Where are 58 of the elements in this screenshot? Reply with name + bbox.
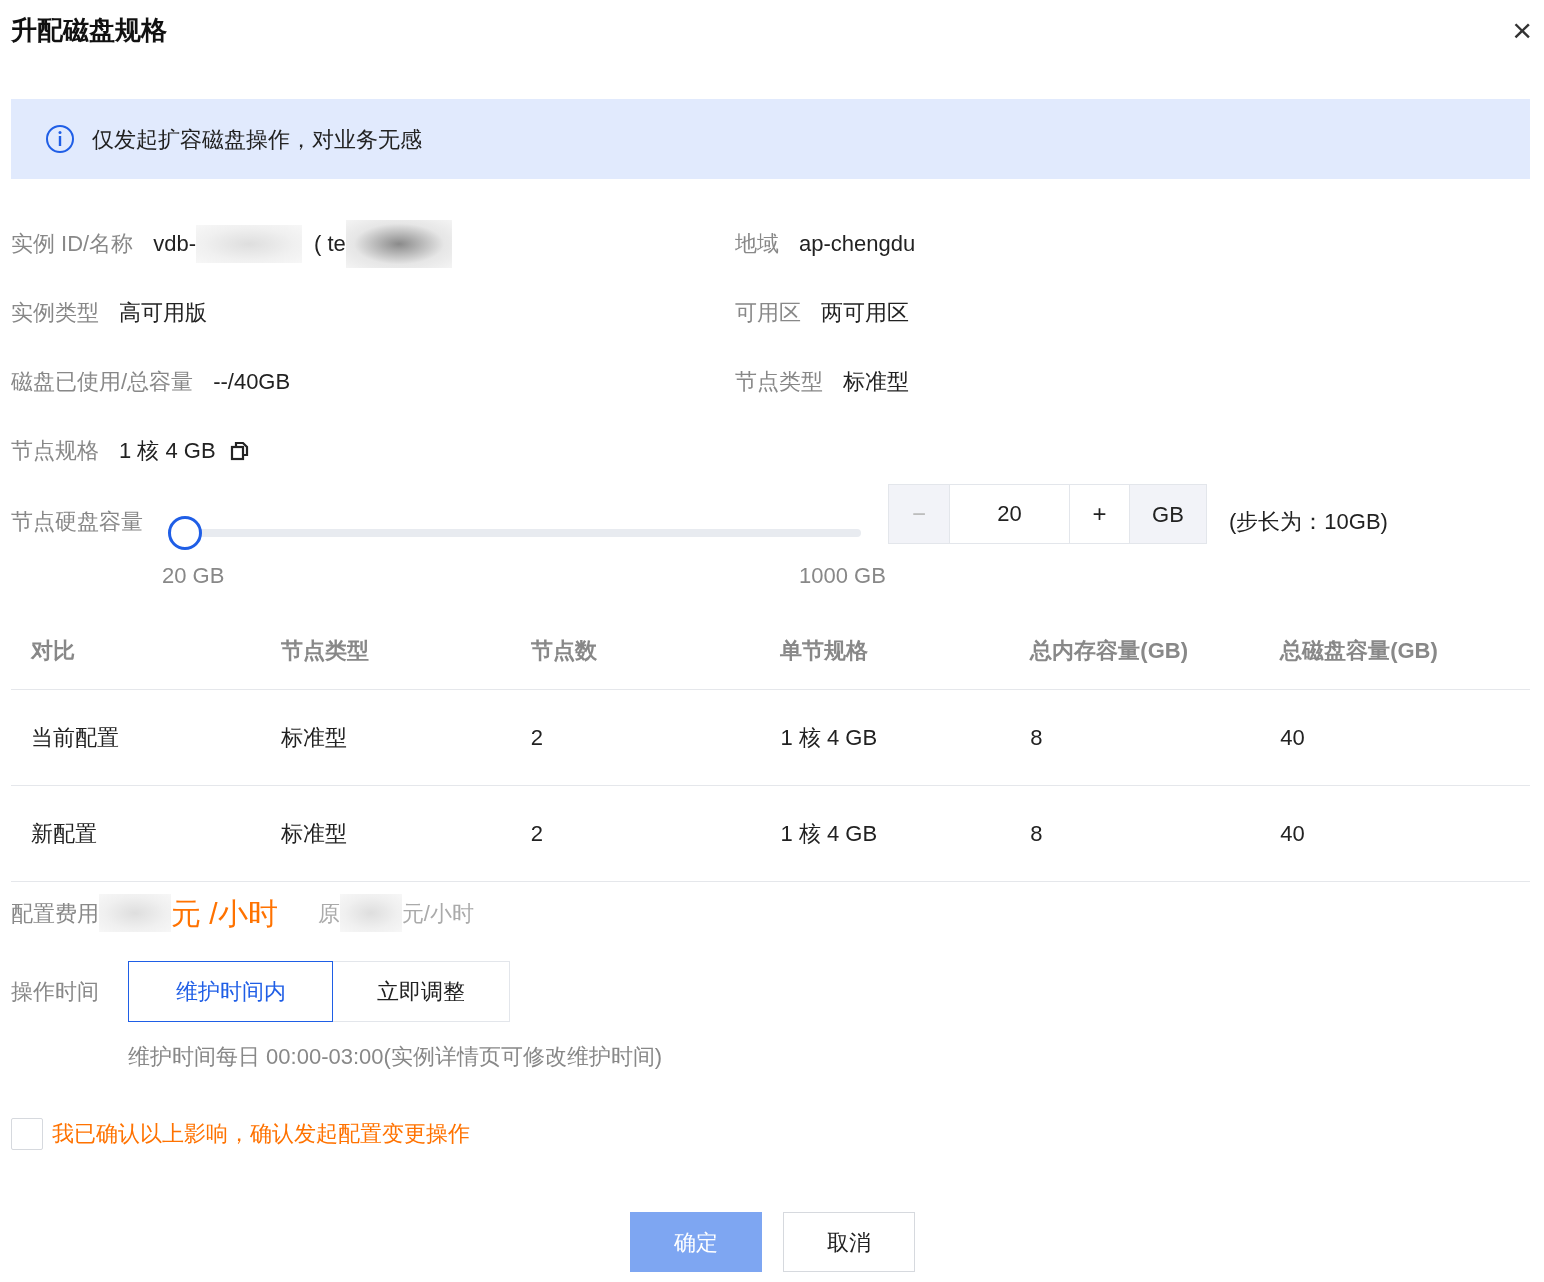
segment-option[interactable]: 立即调整: [332, 960, 510, 1022]
column-header: 节点数: [530, 637, 598, 665]
table-cell-text: 标准型: [280, 724, 348, 752]
table-cell-text: 8: [1030, 820, 1044, 848]
slider-min-label: 20 GB: [162, 562, 225, 590]
field-value: ap-chengdu: [799, 230, 916, 258]
table-cell-text: 新配置: [31, 820, 98, 848]
info-icon: [45, 124, 75, 154]
field-label: 实例类型: [11, 299, 99, 327]
blurred-region: [99, 894, 171, 932]
field-value: --/40GB: [213, 368, 291, 396]
original-price-label: 原: [317, 899, 340, 928]
table-cell-text: 40: [1280, 820, 1306, 848]
table-cell-text: 8: [1030, 724, 1044, 752]
column-header: 对比: [31, 637, 76, 665]
field-value: ( te: [314, 230, 346, 258]
field-value: 两可用区: [821, 299, 909, 327]
close-button[interactable]: ×: [1512, 13, 1532, 47]
field-label: 磁盘已使用/总容量: [11, 368, 194, 396]
original-price-unit: 元/小时: [401, 899, 474, 928]
segment-option[interactable]: 维护时间内: [128, 960, 333, 1022]
banner-text: 仅发起扩容磁盘操作，对业务无感: [92, 125, 422, 154]
column-header: 节点类型: [280, 637, 370, 665]
table-cell-text: 40: [1280, 724, 1306, 752]
checkbox[interactable]: [11, 1117, 43, 1150]
field-label: 节点硬盘容量: [11, 508, 144, 536]
field-label: 节点规格: [11, 437, 99, 465]
unit-label: GB: [1130, 485, 1206, 543]
field-label: 操作时间: [11, 977, 100, 1006]
field-value: vdb-: [153, 230, 197, 258]
table-cell-text: 1 核 4 GB: [780, 820, 879, 848]
table-cell-text: 2: [530, 724, 544, 752]
column-header: 单节规格: [780, 637, 870, 665]
field-value: 标准型: [843, 368, 909, 396]
copy-icon[interactable]: [229, 440, 250, 461]
field-label: 配置费用: [11, 899, 99, 928]
table-cell-text: 1 核 4 GB: [780, 724, 879, 752]
hint-text: 维护时间每日 00:00-03:00(实例详情页可修改维护时间): [128, 1043, 664, 1071]
table-cell-text: 当前配置: [31, 724, 120, 752]
checkbox-label: 我已确认以上影响，确认发起配置变更操作: [52, 1120, 470, 1148]
field-label: 节点类型: [735, 368, 823, 396]
column-header: 总磁盘容量(GB): [1280, 637, 1439, 665]
blurred-region: [339, 894, 402, 932]
table-cell-text: 标准型: [280, 820, 348, 848]
column-header: 总内存容量(GB): [1030, 637, 1189, 665]
slider-max-label: 1000 GB: [799, 562, 886, 590]
field-label: 地域: [735, 230, 779, 258]
field-value: 高可用版: [119, 299, 207, 327]
field-value: 1 核 4 GB: [119, 437, 216, 465]
price-value: 元 /小时: [171, 895, 278, 932]
number-stepper[interactable]: − 20 + GB: [888, 484, 1207, 544]
dialog-title: 升配磁盘规格: [11, 13, 167, 47]
field-label: 实例 ID/名称: [11, 230, 134, 258]
table-cell-text: 2: [530, 820, 544, 848]
step-note: (步长为：10GB): [1229, 508, 1388, 536]
slider-thumb[interactable]: [168, 516, 202, 550]
cancel-button[interactable]: 取消: [782, 1212, 915, 1272]
field-label: 可用区: [735, 299, 801, 327]
